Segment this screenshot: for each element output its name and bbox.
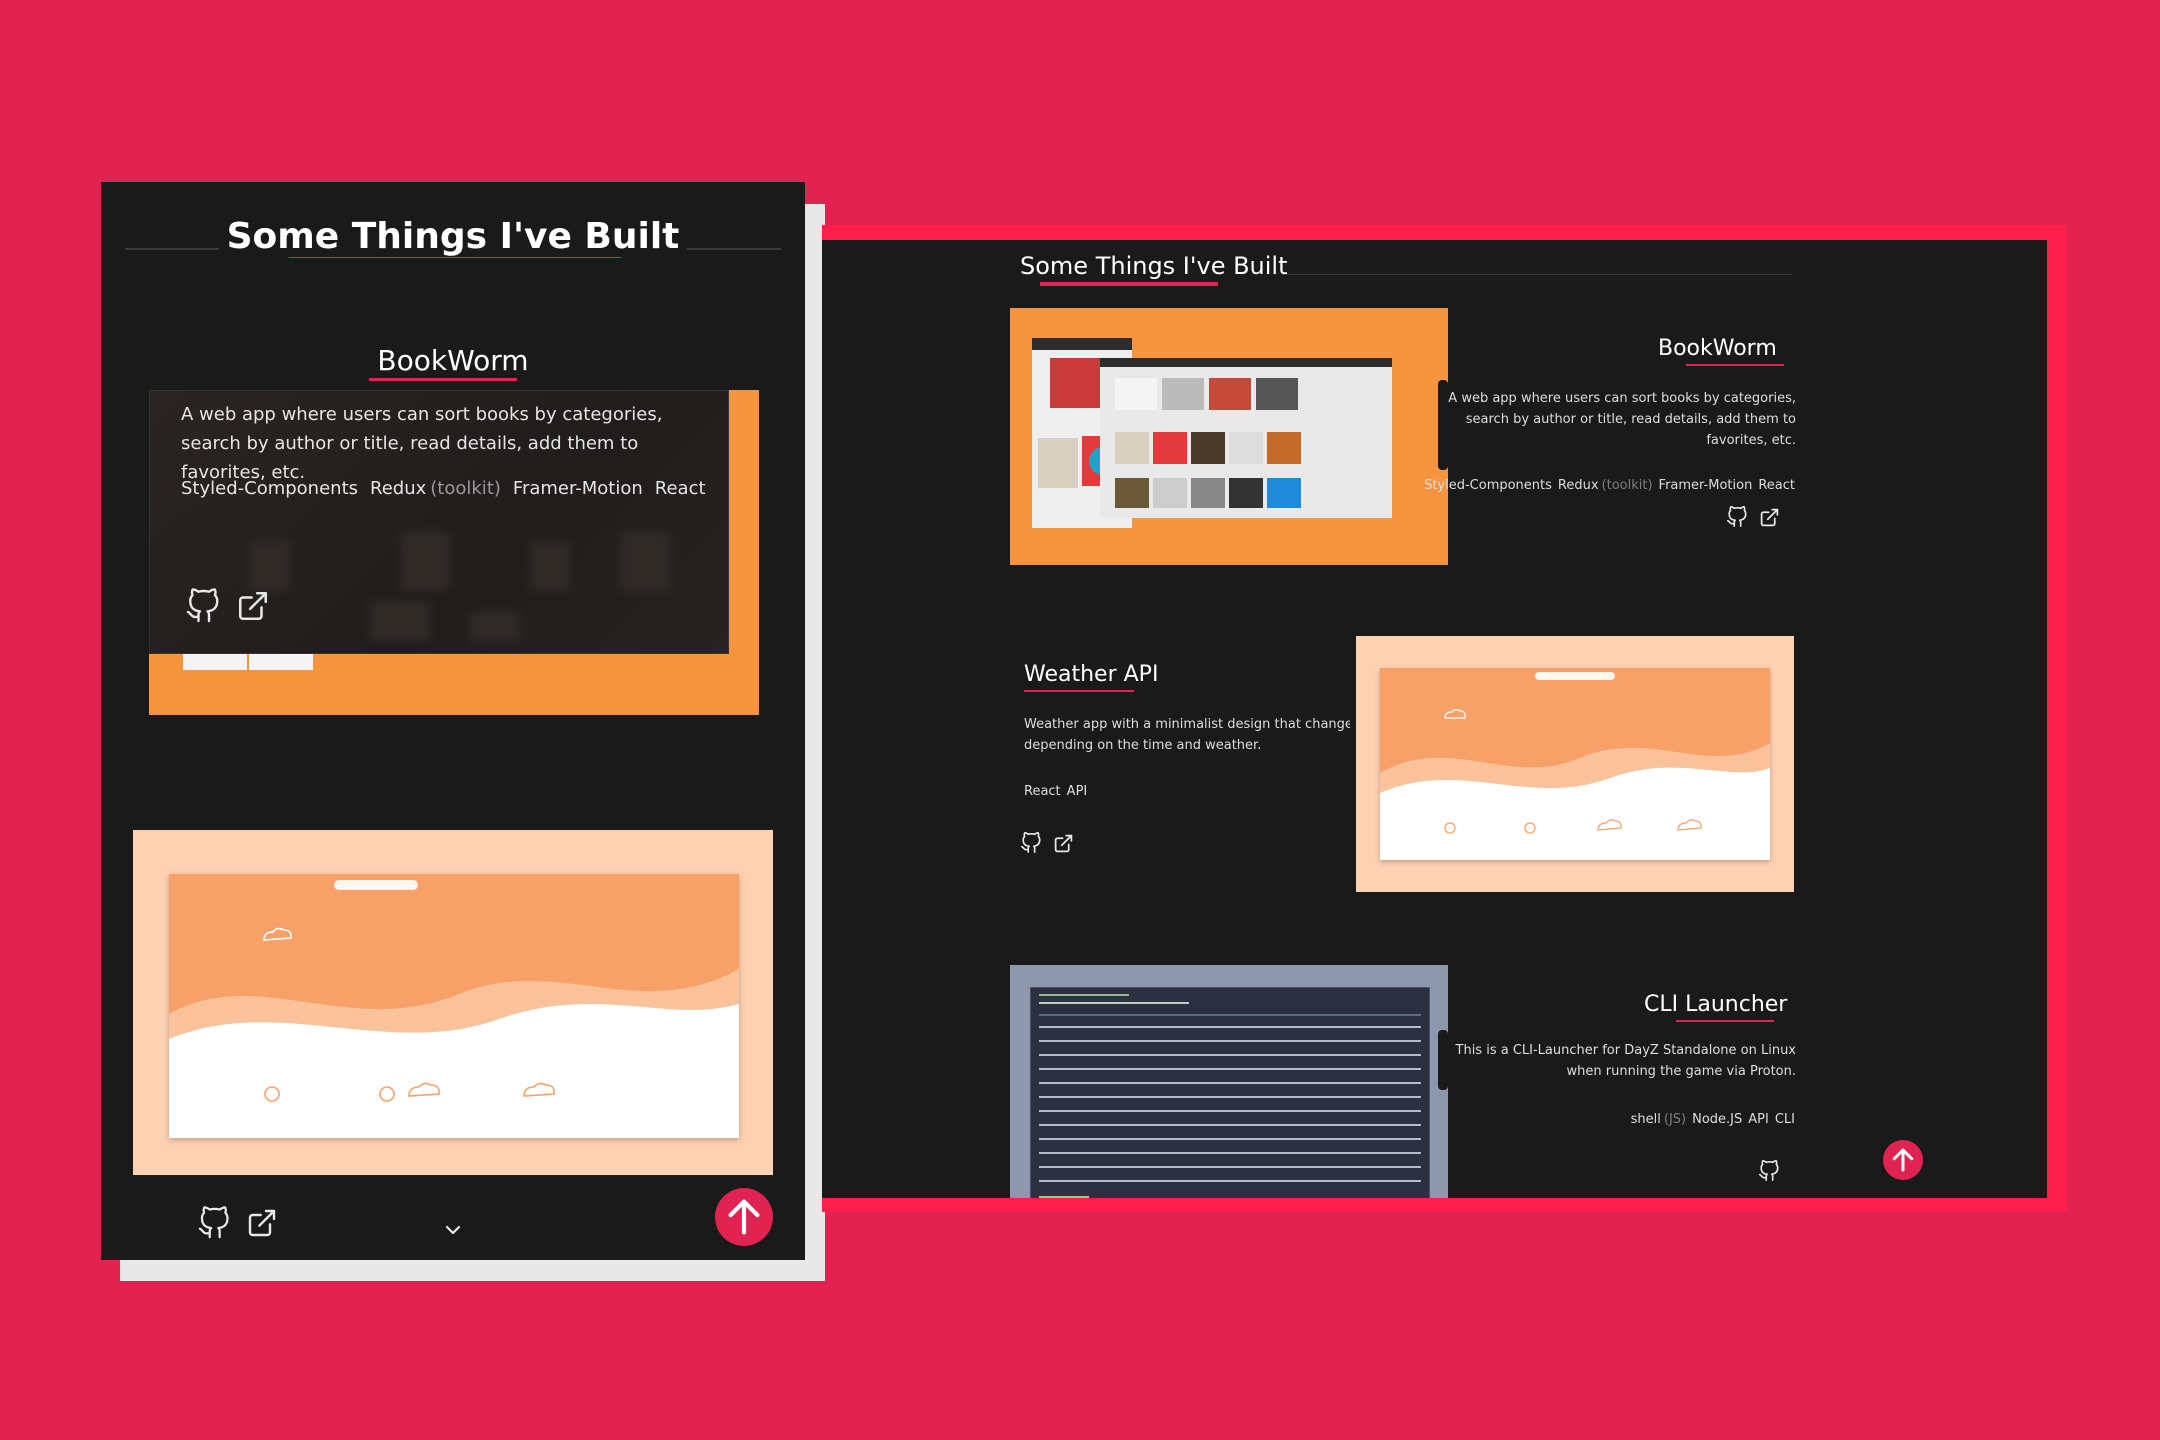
- tag-note: (toolkit): [1601, 478, 1653, 493]
- tech-tags: Styled-Components Redux (toolkit) Framer-Mo…: [181, 478, 718, 499]
- project-description: A web app where users can sort books by …: [1448, 391, 1796, 448]
- bookworm-screenshot: [1010, 308, 1448, 565]
- github-icon[interactable]: [1726, 506, 1748, 532]
- tag: Framer-Motion: [1658, 478, 1753, 493]
- weather-screenshot: [1356, 636, 1794, 892]
- arrow-up-icon: [728, 1199, 760, 1235]
- github-icon[interactable]: [1020, 832, 1042, 858]
- project-description: This is a CLI-Launcher for DayZ Standalo…: [1455, 1043, 1796, 1079]
- external-link-icon[interactable]: [236, 589, 270, 627]
- project-title[interactable]: Weather API: [1024, 662, 1158, 687]
- section-title: Some Things I've Built: [101, 216, 805, 257]
- project-links: [1758, 1160, 1780, 1186]
- tag: API: [1748, 1112, 1769, 1127]
- tech-tags: shell (JS) Node.JS API CLI: [1625, 1112, 1795, 1127]
- project-description: Weather app with a minimalist design tha…: [1024, 717, 1360, 753]
- tag: API: [1066, 784, 1088, 799]
- tag: Styled-Components: [1424, 478, 1552, 493]
- tag: React: [1024, 784, 1061, 799]
- project-title-underline: [369, 378, 517, 381]
- tag-note: (JS): [1663, 1112, 1687, 1127]
- tech-tags: React API: [1018, 784, 1087, 799]
- project-title[interactable]: CLI Launcher: [1644, 992, 1787, 1017]
- section-divider: [1282, 274, 1792, 275]
- tag: Framer-Motion: [512, 478, 643, 499]
- tag: Redux: [1557, 478, 1599, 493]
- project-title[interactable]: BookWorm: [1658, 336, 1777, 361]
- tag: Redux: [370, 478, 427, 499]
- terminal-preview: [1030, 987, 1430, 1198]
- tech-tags: Styled-Components Redux (toolkit) Framer-Mo…: [1418, 478, 1795, 493]
- tag: Node.JS: [1692, 1112, 1743, 1127]
- book-thumbnail: [249, 652, 313, 670]
- external-link-icon[interactable]: [1759, 507, 1780, 532]
- weather-app-preview: [169, 874, 739, 1138]
- chevron-down-icon[interactable]: [441, 1218, 465, 1246]
- cli-screenshot: [1010, 965, 1448, 1198]
- mobile-mockup: Some Things I've Built BookWorm A web ap…: [101, 182, 805, 1260]
- weather-app-preview: [1380, 668, 1770, 860]
- tag: React: [1758, 478, 1795, 493]
- desktop-mockup: Some Things I've Built BookWorm A web ap…: [822, 240, 2047, 1198]
- project-description: A web app where users can sort books by …: [181, 404, 663, 483]
- tag: CLI: [1774, 1112, 1795, 1127]
- github-icon[interactable]: [1758, 1160, 1780, 1186]
- book-thumbnail: [183, 652, 247, 670]
- project-links: [197, 1206, 278, 1244]
- project-links: [1020, 832, 1074, 858]
- project-title[interactable]: BookWorm: [101, 344, 805, 377]
- scroll-to-top-button[interactable]: [1883, 1140, 1923, 1180]
- external-link-icon[interactable]: [246, 1207, 278, 1243]
- project-links: [185, 588, 270, 628]
- arrow-up-icon: [1892, 1148, 1914, 1172]
- external-link-icon[interactable]: [1053, 833, 1074, 858]
- scroll-to-top-button[interactable]: [715, 1188, 773, 1246]
- tag-note: (toolkit): [430, 478, 501, 499]
- tag: Styled-Components: [181, 478, 359, 499]
- tag: shell: [1630, 1112, 1661, 1127]
- tag: React: [654, 478, 706, 499]
- section-title: Some Things I've Built: [1020, 252, 1288, 280]
- github-icon[interactable]: [197, 1206, 231, 1244]
- title-underline: [1040, 282, 1218, 286]
- project-links: [1726, 506, 1780, 532]
- github-icon[interactable]: [185, 588, 221, 628]
